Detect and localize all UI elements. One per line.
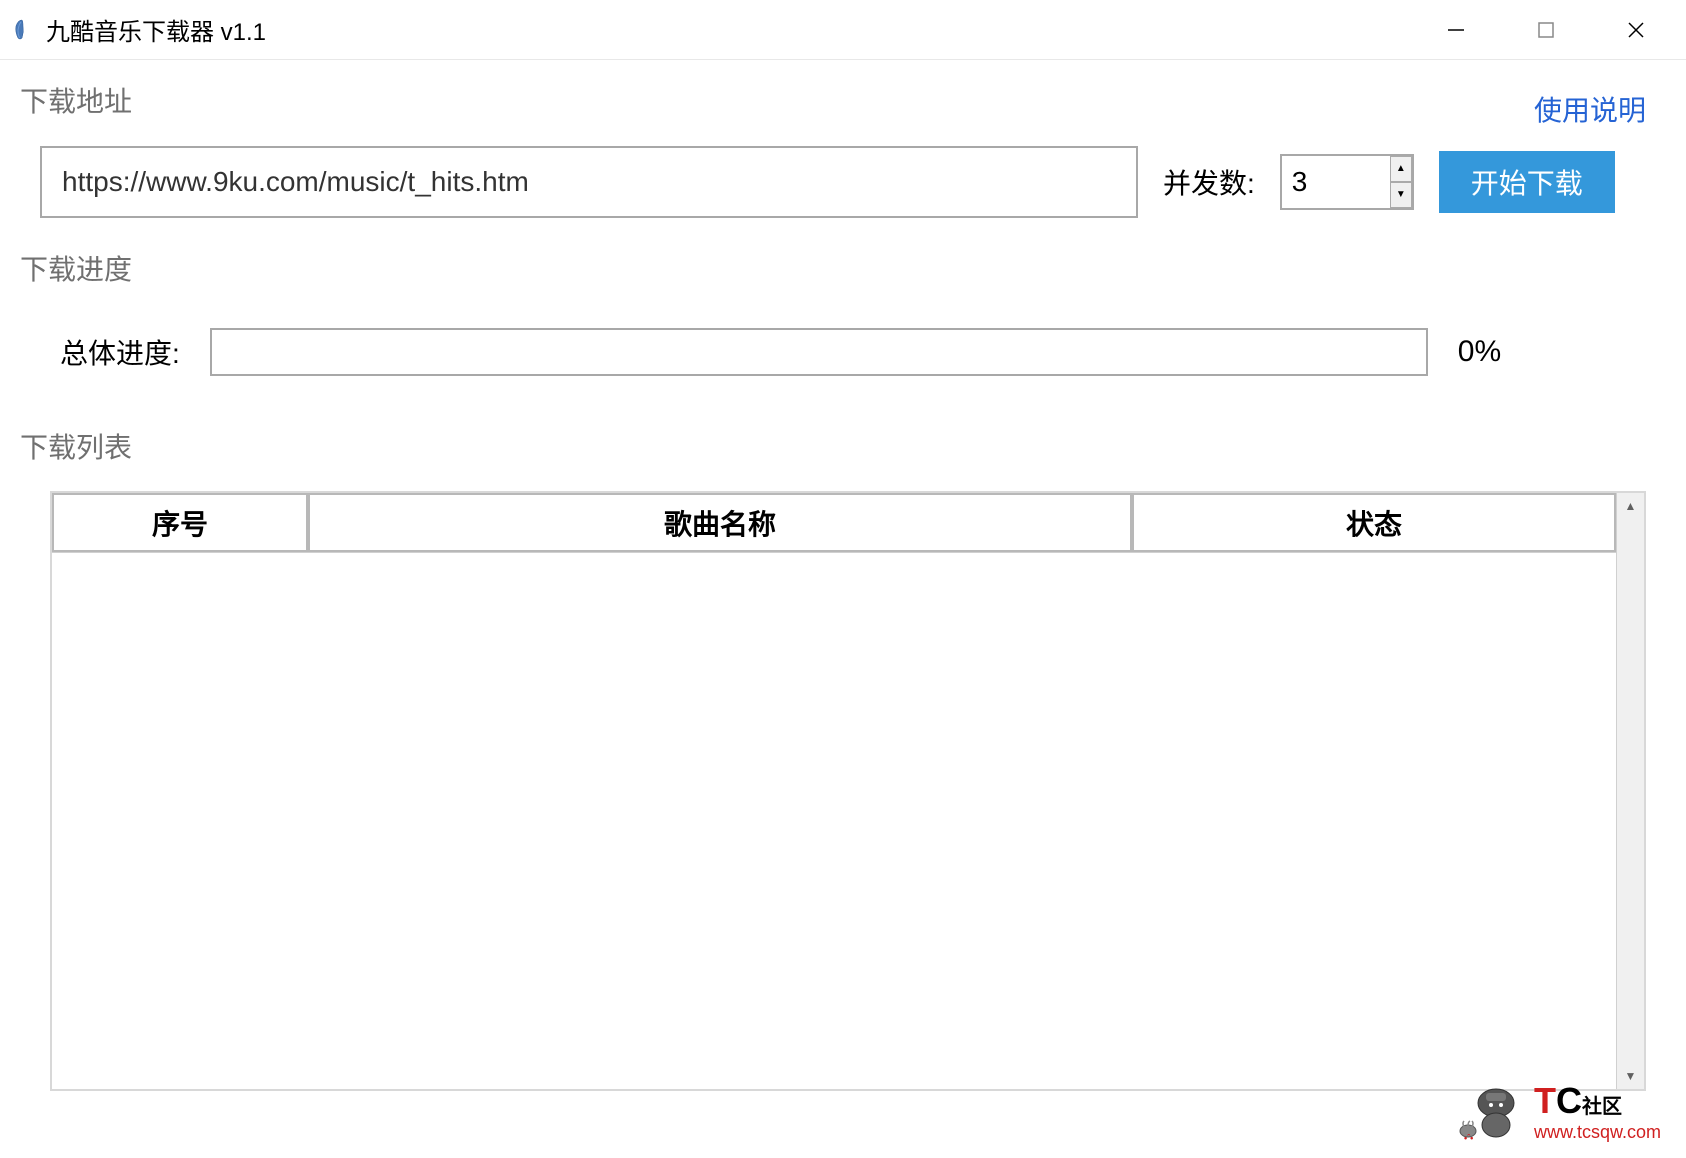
table-header: 序号 歌曲名称 状态 <box>52 493 1616 553</box>
spinner-buttons: ▲ ▼ <box>1390 156 1412 208</box>
progress-section: 下载进度 总体进度: 0% <box>20 248 1666 376</box>
watermark-brand: TC社区 <box>1534 1080 1661 1122</box>
watermark-url: www.tcsqw.com <box>1534 1122 1661 1143</box>
window-controls <box>1436 10 1676 50</box>
download-table: 序号 歌曲名称 状态 ▲ ▼ <box>50 491 1646 1091</box>
progress-row: 总体进度: 0% <box>60 328 1666 376</box>
overall-progress-label: 总体进度: <box>60 332 180 372</box>
column-header-status[interactable]: 状态 <box>1132 493 1616 552</box>
watermark: •ˆ• TC社区 www.tcsqw.com <box>1456 1080 1661 1143</box>
column-header-index[interactable]: 序号 <box>52 493 308 552</box>
titlebar: 九酷音乐下载器 v1.1 <box>0 0 1686 60</box>
minimize-button[interactable] <box>1436 10 1476 50</box>
address-input-row: 并发数: ▲ ▼ 开始下载 <box>40 146 1666 218</box>
table-scrollbar[interactable]: ▲ ▼ <box>1616 493 1644 1089</box>
progress-bar <box>210 328 1428 376</box>
address-section-label: 下载地址 <box>20 80 132 120</box>
list-section-label: 下载列表 <box>20 426 1666 466</box>
concurrent-spinner: ▲ ▼ <box>1280 154 1414 210</box>
maximize-button[interactable] <box>1526 10 1566 50</box>
help-link[interactable]: 使用说明 <box>1534 89 1646 129</box>
watermark-community: 社区 <box>1582 1096 1622 1118</box>
address-header: 下载地址 使用说明 <box>20 80 1666 138</box>
main-content: 下载地址 使用说明 并发数: ▲ ▼ 开始下载 下载进度 总体进度: 0% 下载… <box>0 60 1686 1091</box>
list-section: 下载列表 序号 歌曲名称 状态 ▲ ▼ <box>20 426 1666 1091</box>
concurrent-label: 并发数: <box>1163 162 1255 202</box>
progress-section-label: 下载进度 <box>20 248 1666 288</box>
watermark-t: T <box>1534 1080 1556 1121</box>
watermark-mascot-icon: •ˆ• <box>1456 1083 1526 1143</box>
spinner-down-button[interactable]: ▼ <box>1390 182 1412 208</box>
app-icon <box>10 18 34 42</box>
progress-percent: 0% <box>1458 335 1501 369</box>
spinner-up-button[interactable]: ▲ <box>1390 156 1412 182</box>
window-title: 九酷音乐下载器 v1.1 <box>46 12 1436 47</box>
close-button[interactable] <box>1616 10 1656 50</box>
svg-text:•ˆ•: •ˆ• <box>1464 1133 1473 1143</box>
scroll-up-icon[interactable]: ▲ <box>1617 493 1644 519</box>
start-download-button[interactable]: 开始下载 <box>1439 151 1615 213</box>
watermark-text: TC社区 www.tcsqw.com <box>1534 1080 1661 1143</box>
table-body <box>52 553 1616 1089</box>
column-header-name[interactable]: 歌曲名称 <box>308 493 1132 552</box>
watermark-c: C <box>1556 1080 1582 1121</box>
url-input[interactable] <box>40 146 1138 218</box>
table-main: 序号 歌曲名称 状态 <box>52 493 1616 1089</box>
